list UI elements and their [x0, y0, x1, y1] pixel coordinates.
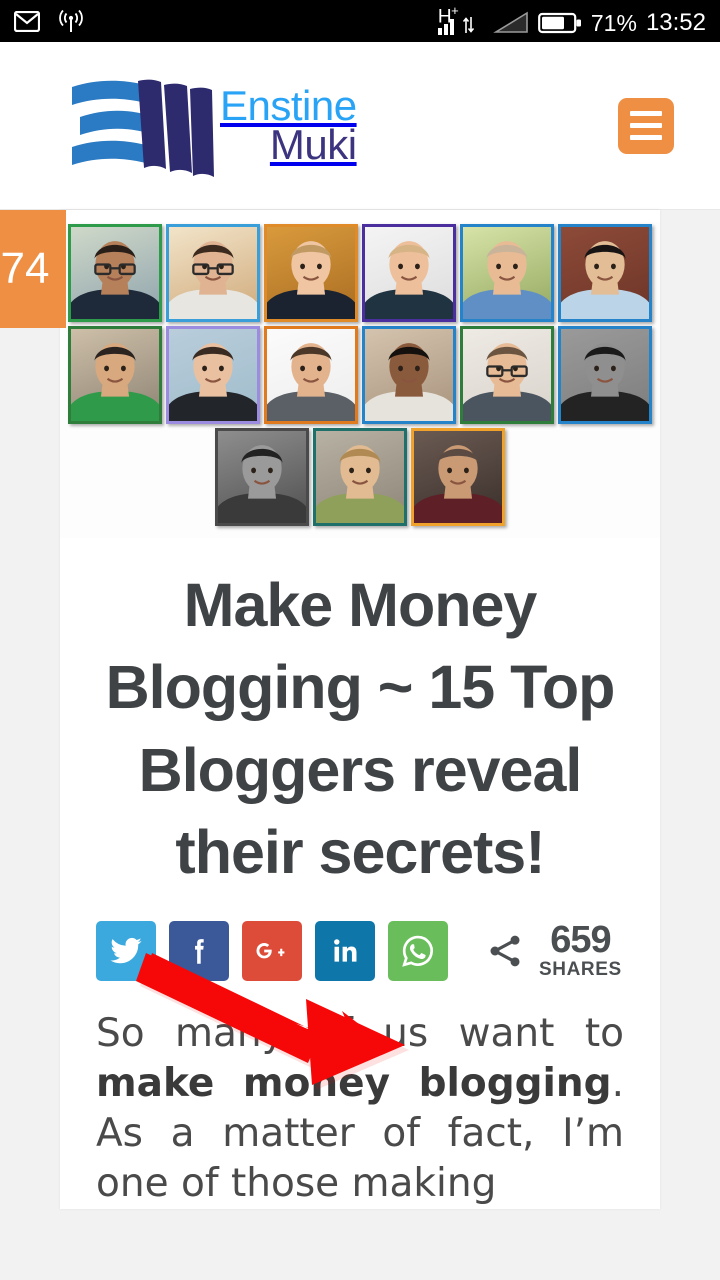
page-body: 74 Make Money Blogging ~ 15 Top Bloggers… — [0, 210, 720, 1209]
article-card: 74 Make Money Blogging ~ 15 Top Bloggers… — [0, 210, 660, 1209]
portrait-photo — [414, 431, 502, 523]
blogger-2-thumbnail[interactable] — [166, 224, 260, 322]
googleplus-share-button[interactable] — [242, 921, 302, 982]
hamburger-line — [630, 135, 662, 140]
facebook-icon — [195, 939, 204, 965]
hplus-signal-icon: H+ — [437, 3, 484, 35]
portrait-photo — [267, 329, 355, 421]
portrait-photo — [169, 227, 257, 319]
facebook-share-button[interactable] — [169, 921, 229, 982]
body-text-bold: make money blogging — [96, 1061, 612, 1107]
hotspot-icon — [56, 9, 86, 33]
blogger-12-thumbnail[interactable] — [558, 326, 652, 424]
blogger-15-thumbnail[interactable] — [411, 428, 505, 526]
blogger-8-thumbnail[interactable] — [166, 326, 260, 424]
blogger-13-thumbnail[interactable] — [215, 428, 309, 526]
portrait-photo — [71, 227, 159, 319]
em-flag-logo-icon — [66, 73, 216, 179]
floating-share-count: 74 — [0, 244, 50, 293]
whatsapp-icon — [402, 936, 433, 968]
logo-name-bottom: Muki — [269, 120, 357, 168]
blogger-7-thumbnail[interactable] — [68, 326, 162, 424]
google-plus-icon — [256, 943, 285, 959]
portrait-photo — [169, 329, 257, 421]
portrait-photo — [218, 431, 306, 523]
portrait-photo — [561, 227, 649, 319]
portrait-photo — [71, 329, 159, 421]
portrait-photo — [365, 329, 453, 421]
share-total: 659 SHARES — [485, 921, 622, 981]
site-header: Enstine Muki — [0, 42, 720, 210]
battery-icon — [537, 11, 582, 35]
status-left-icons — [13, 9, 86, 33]
blogger-6-thumbnail[interactable] — [558, 224, 652, 322]
portrait-photo — [365, 227, 453, 319]
portrait-photo — [561, 329, 649, 421]
portrait-photo — [267, 227, 355, 319]
hamburger-menu-button[interactable] — [618, 97, 674, 154]
android-status-bar: H+ 71% 13:52 — [0, 0, 720, 42]
blogger-9-thumbnail[interactable] — [264, 326, 358, 424]
collage-row-3 — [60, 428, 660, 526]
network-plus-label: + — [451, 3, 459, 18]
portrait-photo — [463, 329, 551, 421]
social-share-bar: 659 SHARES — [60, 893, 660, 1091]
hamburger-line — [630, 111, 662, 116]
share-total-count: 659 — [550, 919, 611, 962]
linkedin-icon — [334, 939, 357, 962]
blogger-1-thumbnail[interactable] — [68, 224, 162, 322]
featured-image-collage[interactable] — [60, 222, 660, 538]
post-title: Make Money Blogging ~ 15 Top Bloggers re… — [105, 571, 616, 887]
clock-label: 13:52 — [645, 9, 706, 36]
post-body-paragraph: So many of us want to make money bloggin… — [60, 997, 660, 1209]
floating-share-badge[interactable]: 74 — [0, 210, 66, 328]
signal-triangle-icon — [493, 11, 529, 35]
data-updown-icon — [462, 15, 475, 35]
site-logo[interactable]: Enstine Muki — [66, 73, 357, 179]
blogger-3-thumbnail[interactable] — [264, 224, 358, 322]
gmail-icon — [13, 10, 41, 32]
status-right-icons: H+ 71% 13:52 — [437, 3, 706, 36]
logo-name-top: Enstine — [220, 81, 357, 129]
collage-row-2 — [60, 326, 660, 424]
portrait-photo — [463, 227, 551, 319]
twitter-icon — [110, 938, 142, 964]
whatsapp-share-button[interactable] — [388, 921, 448, 982]
share-total-label: SHARES — [539, 959, 622, 981]
battery-percent-label: 71% — [590, 10, 637, 36]
blogger-11-thumbnail[interactable] — [460, 326, 554, 424]
blogger-10-thumbnail[interactable] — [362, 326, 456, 424]
share-network-icon — [485, 931, 525, 971]
blogger-5-thumbnail[interactable] — [460, 224, 554, 322]
linkedin-share-button[interactable] — [315, 921, 375, 982]
twitter-share-button[interactable] — [96, 921, 156, 982]
blogger-4-thumbnail[interactable] — [362, 224, 456, 322]
portrait-photo — [316, 431, 404, 523]
blogger-14-thumbnail[interactable] — [313, 428, 407, 526]
collage-row-1 — [60, 224, 660, 322]
body-text-1: So many of us want to — [96, 1011, 624, 1057]
hamburger-line — [630, 123, 662, 128]
signal-bars-icon — [437, 19, 454, 35]
